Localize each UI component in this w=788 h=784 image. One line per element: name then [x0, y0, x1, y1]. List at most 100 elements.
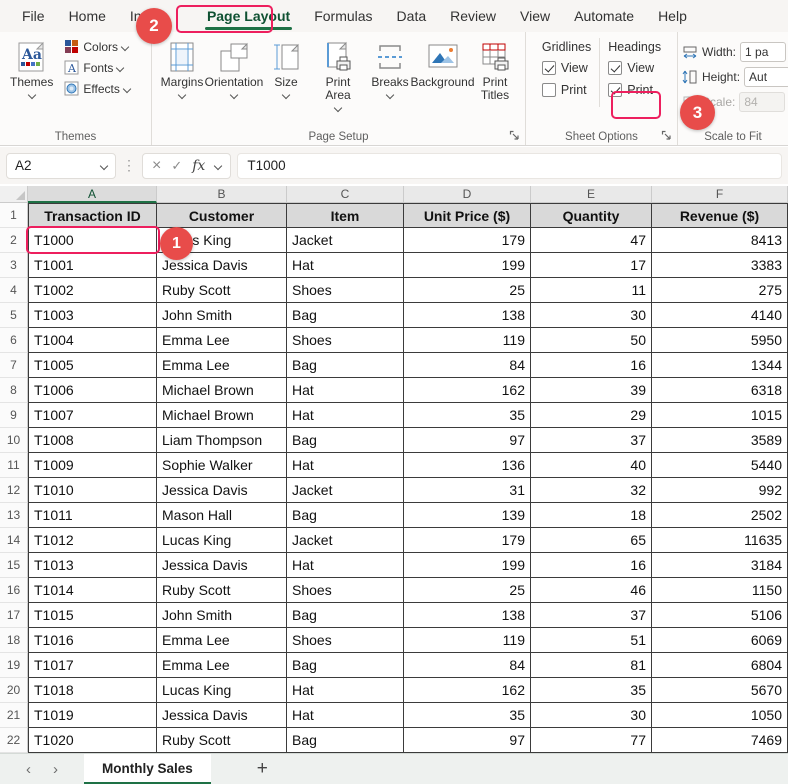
- row-number-16[interactable]: 16: [0, 578, 28, 603]
- column-header-d[interactable]: D: [404, 186, 531, 203]
- cell[interactable]: 35: [531, 678, 652, 703]
- colors-button[interactable]: Colors: [61, 38, 132, 55]
- sheet-tab-monthly-sales[interactable]: Monthly Sales: [84, 754, 211, 784]
- page-setup-dialog-launcher-icon[interactable]: [509, 130, 521, 142]
- cell[interactable]: 16: [531, 553, 652, 578]
- cell[interactable]: T1012: [28, 528, 157, 553]
- cell[interactable]: 5106: [652, 603, 788, 628]
- cell[interactable]: 199: [404, 553, 531, 578]
- cell[interactable]: 1150: [652, 578, 788, 603]
- cell[interactable]: Lucas King: [157, 678, 287, 703]
- cell[interactable]: T1017: [28, 653, 157, 678]
- cell[interactable]: 179: [404, 228, 531, 253]
- cell[interactable]: Hat: [287, 403, 404, 428]
- cell[interactable]: T1004: [28, 328, 157, 353]
- cell[interactable]: Bag: [287, 428, 404, 453]
- cell[interactable]: T1005: [28, 353, 157, 378]
- cell[interactable]: Shoes: [287, 628, 404, 653]
- cell[interactable]: 84: [404, 653, 531, 678]
- cell[interactable]: 97: [404, 428, 531, 453]
- tab-review[interactable]: Review: [438, 0, 508, 32]
- cell[interactable]: 30: [531, 303, 652, 328]
- header-cell[interactable]: Item: [287, 203, 404, 228]
- gridlines-view-checkbox[interactable]: View: [542, 61, 588, 75]
- row-number-4[interactable]: 4: [0, 278, 28, 303]
- headings-view-checkbox[interactable]: View: [608, 61, 654, 75]
- cell[interactable]: 37: [531, 603, 652, 628]
- row-number-11[interactable]: 11: [0, 453, 28, 478]
- cell[interactable]: 5670: [652, 678, 788, 703]
- tab-view[interactable]: View: [508, 0, 562, 32]
- cell[interactable]: John Smith: [157, 603, 287, 628]
- cell[interactable]: 65: [531, 528, 652, 553]
- row-number-1[interactable]: 1: [0, 203, 28, 228]
- cell[interactable]: Jacket: [287, 528, 404, 553]
- cell[interactable]: 119: [404, 628, 531, 653]
- row-number-6[interactable]: 6: [0, 328, 28, 353]
- name-box[interactable]: A2: [6, 153, 116, 179]
- cell[interactable]: 6069: [652, 628, 788, 653]
- cell[interactable]: 84: [404, 353, 531, 378]
- cell[interactable]: T1019: [28, 703, 157, 728]
- cell[interactable]: 2502: [652, 503, 788, 528]
- cell[interactable]: 7469: [652, 728, 788, 753]
- cell[interactable]: 37: [531, 428, 652, 453]
- cell[interactable]: Jacket: [287, 228, 404, 253]
- cell[interactable]: Liam Thompson: [157, 428, 287, 453]
- cell[interactable]: Sophie Walker: [157, 453, 287, 478]
- cell[interactable]: 139: [404, 503, 531, 528]
- breaks-button[interactable]: Breaks: [364, 38, 416, 101]
- fonts-button[interactable]: A Fonts: [61, 59, 132, 76]
- tab-formulas[interactable]: Formulas: [302, 0, 384, 32]
- tab-home[interactable]: Home: [57, 0, 118, 32]
- cell[interactable]: Jacket: [287, 478, 404, 503]
- cell[interactable]: T1020: [28, 728, 157, 753]
- height-input[interactable]: Aut: [744, 67, 788, 87]
- header-cell[interactable]: Revenue ($): [652, 203, 788, 228]
- cell[interactable]: 97: [404, 728, 531, 753]
- row-number-21[interactable]: 21: [0, 703, 28, 728]
- header-cell[interactable]: Quantity: [531, 203, 652, 228]
- orientation-button[interactable]: Orientation: [208, 38, 260, 101]
- width-input[interactable]: 1 pa: [740, 42, 786, 62]
- cell[interactable]: 31: [404, 478, 531, 503]
- effects-button[interactable]: Effects: [61, 80, 132, 97]
- cell[interactable]: 5440: [652, 453, 788, 478]
- cell[interactable]: T1002: [28, 278, 157, 303]
- cell[interactable]: T1014: [28, 578, 157, 603]
- print-area-button[interactable]: PrintArea: [312, 38, 364, 114]
- cell[interactable]: Ruby Scott: [157, 278, 287, 303]
- gridlines-print-checkbox[interactable]: Print: [542, 83, 587, 97]
- cell[interactable]: Jessica Davis: [157, 478, 287, 503]
- cell[interactable]: 11635: [652, 528, 788, 553]
- cell[interactable]: 1015: [652, 403, 788, 428]
- cell[interactable]: Bag: [287, 728, 404, 753]
- row-number-7[interactable]: 7: [0, 353, 28, 378]
- column-header-c[interactable]: C: [287, 186, 404, 203]
- cell[interactable]: Bag: [287, 303, 404, 328]
- cell[interactable]: 5950: [652, 328, 788, 353]
- tab-help[interactable]: Help: [646, 0, 699, 32]
- cell[interactable]: 162: [404, 378, 531, 403]
- column-header-e[interactable]: E: [531, 186, 652, 203]
- row-number-8[interactable]: 8: [0, 378, 28, 403]
- cell[interactable]: 39: [531, 378, 652, 403]
- row-number-13[interactable]: 13: [0, 503, 28, 528]
- cell[interactable]: Hat: [287, 253, 404, 278]
- cell[interactable]: T1003: [28, 303, 157, 328]
- formula-input[interactable]: T1000: [237, 153, 782, 179]
- cell[interactable]: T1018: [28, 678, 157, 703]
- row-number-14[interactable]: 14: [0, 528, 28, 553]
- tab-file[interactable]: File: [10, 0, 57, 32]
- row-number-18[interactable]: 18: [0, 628, 28, 653]
- cell[interactable]: T1015: [28, 603, 157, 628]
- cell[interactable]: Shoes: [287, 578, 404, 603]
- cell[interactable]: 46: [531, 578, 652, 603]
- row-number-20[interactable]: 20: [0, 678, 28, 703]
- print-titles-button[interactable]: PrintTitles: [469, 38, 521, 105]
- cell[interactable]: Hat: [287, 378, 404, 403]
- cell[interactable]: Michael Brown: [157, 378, 287, 403]
- cell[interactable]: 47: [531, 228, 652, 253]
- cell[interactable]: Hat: [287, 703, 404, 728]
- cell[interactable]: 35: [404, 403, 531, 428]
